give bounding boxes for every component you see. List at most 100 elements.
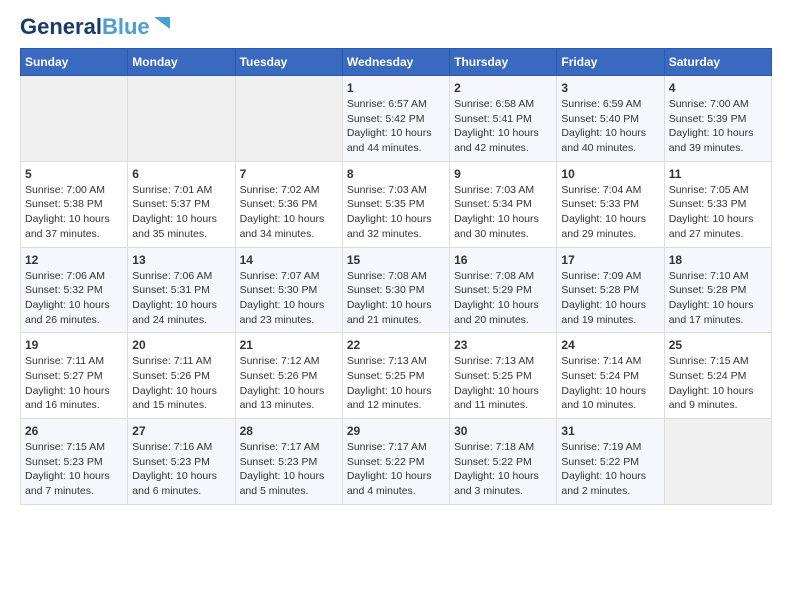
- day-number: 9: [454, 167, 552, 181]
- day-number: 12: [25, 253, 123, 267]
- day-number: 15: [347, 253, 445, 267]
- cell-content: Sunrise: 7:08 AMSunset: 5:30 PMDaylight:…: [347, 270, 432, 326]
- logo-icon: [152, 15, 172, 35]
- cell-content: Sunrise: 7:00 AMSunset: 5:39 PMDaylight:…: [669, 98, 754, 154]
- day-number: 30: [454, 424, 552, 438]
- week-row-3: 12 Sunrise: 7:06 AMSunset: 5:32 PMDayligh…: [21, 247, 772, 333]
- cell-content: Sunrise: 7:17 AMSunset: 5:22 PMDaylight:…: [347, 441, 432, 497]
- calendar-cell: 15 Sunrise: 7:08 AMSunset: 5:30 PMDayligh…: [342, 247, 449, 333]
- column-header-monday: Monday: [128, 49, 235, 76]
- day-number: 4: [669, 81, 767, 95]
- calendar-cell: 24Sunrise: 7:14 AMSunset: 5:24 PMDayligh…: [557, 333, 664, 419]
- cell-content: Sunrise: 7:18 AMSunset: 5:22 PMDaylight:…: [454, 441, 539, 497]
- calendar-cell: 16 Sunrise: 7:08 AMSunset: 5:29 PMDayligh…: [450, 247, 557, 333]
- day-number: 29: [347, 424, 445, 438]
- cell-content: Sunrise: 7:00 AMSunset: 5:38 PMDaylight:…: [25, 184, 110, 240]
- day-number: 21: [240, 338, 338, 352]
- column-header-friday: Friday: [557, 49, 664, 76]
- cell-content: Sunrise: 6:58 AMSunset: 5:41 PMDaylight:…: [454, 98, 539, 154]
- calendar-cell: 4 Sunrise: 7:00 AMSunset: 5:39 PMDaylight…: [664, 76, 771, 162]
- week-row-1: 1 Sunrise: 6:57 AMSunset: 5:42 PMDaylight…: [21, 76, 772, 162]
- cell-content: Sunrise: 7:10 AMSunset: 5:28 PMDaylight:…: [669, 270, 754, 326]
- day-number: 20: [132, 338, 230, 352]
- column-header-tuesday: Tuesday: [235, 49, 342, 76]
- calendar-cell: 23 Sunrise: 7:13 AMSunset: 5:25 PMDayligh…: [450, 333, 557, 419]
- cell-content: Sunrise: 7:07 AMSunset: 5:30 PMDaylight:…: [240, 270, 325, 326]
- cell-content: Sunrise: 7:09 AMSunset: 5:28 PMDaylight:…: [561, 270, 646, 326]
- cell-content: Sunrise: 6:57 AMSunset: 5:42 PMDaylight:…: [347, 98, 432, 154]
- calendar-cell: 21 Sunrise: 7:12 AMSunset: 5:26 PMDayligh…: [235, 333, 342, 419]
- cell-content: Sunrise: 7:19 AMSunset: 5:22 PMDaylight:…: [561, 441, 646, 497]
- cell-content: Sunrise: 7:03 AMSunset: 5:34 PMDaylight:…: [454, 184, 539, 240]
- day-number: 16: [454, 253, 552, 267]
- calendar-cell: 19 Sunrise: 7:11 AMSunset: 5:27 PMDayligh…: [21, 333, 128, 419]
- cell-content: Sunrise: 7:12 AMSunset: 5:26 PMDaylight:…: [240, 355, 325, 411]
- cell-content: Sunrise: 7:11 AMSunset: 5:26 PMDaylight:…: [132, 355, 217, 411]
- cell-content: Sunrise: 7:06 AMSunset: 5:31 PMDaylight:…: [132, 270, 217, 326]
- day-number: 5: [25, 167, 123, 181]
- day-number: 27: [132, 424, 230, 438]
- day-number: 19: [25, 338, 123, 352]
- calendar-cell: 10 Sunrise: 7:04 AMSunset: 5:33 PMDayligh…: [557, 161, 664, 247]
- calendar-cell: [128, 76, 235, 162]
- calendar-cell: 27 Sunrise: 7:16 AMSunset: 5:23 PMDayligh…: [128, 419, 235, 505]
- calendar-cell: [664, 419, 771, 505]
- day-number: 6: [132, 167, 230, 181]
- day-number: 23: [454, 338, 552, 352]
- calendar-cell: 11Sunrise: 7:05 AMSunset: 5:33 PMDayligh…: [664, 161, 771, 247]
- day-number: 8: [347, 167, 445, 181]
- calendar-cell: 6 Sunrise: 7:01 AMSunset: 5:37 PMDaylight…: [128, 161, 235, 247]
- calendar-header: SundayMondayTuesdayWednesdayThursdayFrid…: [21, 49, 772, 76]
- cell-content: Sunrise: 7:01 AMSunset: 5:37 PMDaylight:…: [132, 184, 217, 240]
- cell-content: Sunrise: 7:08 AMSunset: 5:29 PMDaylight:…: [454, 270, 539, 326]
- cell-content: Sunrise: 7:15 AMSunset: 5:23 PMDaylight:…: [25, 441, 110, 497]
- calendar-cell: 1 Sunrise: 6:57 AMSunset: 5:42 PMDaylight…: [342, 76, 449, 162]
- calendar-cell: 7Sunrise: 7:02 AMSunset: 5:36 PMDaylight…: [235, 161, 342, 247]
- logo-text: GeneralBlue: [20, 16, 150, 38]
- cell-content: Sunrise: 7:16 AMSunset: 5:23 PMDaylight:…: [132, 441, 217, 497]
- cell-content: Sunrise: 7:13 AMSunset: 5:25 PMDaylight:…: [347, 355, 432, 411]
- day-number: 18: [669, 253, 767, 267]
- cell-content: Sunrise: 7:17 AMSunset: 5:23 PMDaylight:…: [240, 441, 325, 497]
- calendar-cell: 17 Sunrise: 7:09 AMSunset: 5:28 PMDayligh…: [557, 247, 664, 333]
- cell-content: Sunrise: 7:04 AMSunset: 5:33 PMDaylight:…: [561, 184, 646, 240]
- calendar-body: 1 Sunrise: 6:57 AMSunset: 5:42 PMDaylight…: [21, 76, 772, 505]
- calendar-cell: 20 Sunrise: 7:11 AMSunset: 5:26 PMDayligh…: [128, 333, 235, 419]
- week-row-5: 26 Sunrise: 7:15 AMSunset: 5:23 PMDayligh…: [21, 419, 772, 505]
- calendar-cell: 31 Sunrise: 7:19 AMSunset: 5:22 PMDayligh…: [557, 419, 664, 505]
- calendar-cell: 8 Sunrise: 7:03 AMSunset: 5:35 PMDaylight…: [342, 161, 449, 247]
- logo: GeneralBlue: [20, 16, 172, 38]
- day-number: 31: [561, 424, 659, 438]
- week-row-4: 19 Sunrise: 7:11 AMSunset: 5:27 PMDayligh…: [21, 333, 772, 419]
- calendar-cell: [235, 76, 342, 162]
- cell-content: Sunrise: 7:13 AMSunset: 5:25 PMDaylight:…: [454, 355, 539, 411]
- cell-content: Sunrise: 7:05 AMSunset: 5:33 PMDaylight:…: [669, 184, 754, 240]
- calendar-table: SundayMondayTuesdayWednesdayThursdayFrid…: [20, 48, 772, 505]
- week-row-2: 5 Sunrise: 7:00 AMSunset: 5:38 PMDaylight…: [21, 161, 772, 247]
- column-header-thursday: Thursday: [450, 49, 557, 76]
- day-number: 10: [561, 167, 659, 181]
- calendar-cell: 18 Sunrise: 7:10 AMSunset: 5:28 PMDayligh…: [664, 247, 771, 333]
- calendar-cell: 14 Sunrise: 7:07 AMSunset: 5:30 PMDayligh…: [235, 247, 342, 333]
- cell-content: Sunrise: 7:06 AMSunset: 5:32 PMDaylight:…: [25, 270, 110, 326]
- day-number: 17: [561, 253, 659, 267]
- calendar-cell: 30 Sunrise: 7:18 AMSunset: 5:22 PMDayligh…: [450, 419, 557, 505]
- column-header-saturday: Saturday: [664, 49, 771, 76]
- cell-content: Sunrise: 7:03 AMSunset: 5:35 PMDaylight:…: [347, 184, 432, 240]
- day-number: 14: [240, 253, 338, 267]
- column-header-wednesday: Wednesday: [342, 49, 449, 76]
- day-number: 26: [25, 424, 123, 438]
- day-number: 1: [347, 81, 445, 95]
- calendar-cell: 22Sunrise: 7:13 AMSunset: 5:25 PMDayligh…: [342, 333, 449, 419]
- cell-content: Sunrise: 7:15 AMSunset: 5:24 PMDaylight:…: [669, 355, 754, 411]
- cell-content: Sunrise: 7:11 AMSunset: 5:27 PMDaylight:…: [25, 355, 110, 411]
- calendar-cell: 12 Sunrise: 7:06 AMSunset: 5:32 PMDayligh…: [21, 247, 128, 333]
- day-number: 25: [669, 338, 767, 352]
- day-number: 28: [240, 424, 338, 438]
- day-number: 24: [561, 338, 659, 352]
- calendar-cell: 5 Sunrise: 7:00 AMSunset: 5:38 PMDaylight…: [21, 161, 128, 247]
- calendar-cell: 29 Sunrise: 7:17 AMSunset: 5:22 PMDayligh…: [342, 419, 449, 505]
- calendar-cell: 9 Sunrise: 7:03 AMSunset: 5:34 PMDaylight…: [450, 161, 557, 247]
- calendar-cell: [21, 76, 128, 162]
- header: GeneralBlue: [20, 16, 772, 38]
